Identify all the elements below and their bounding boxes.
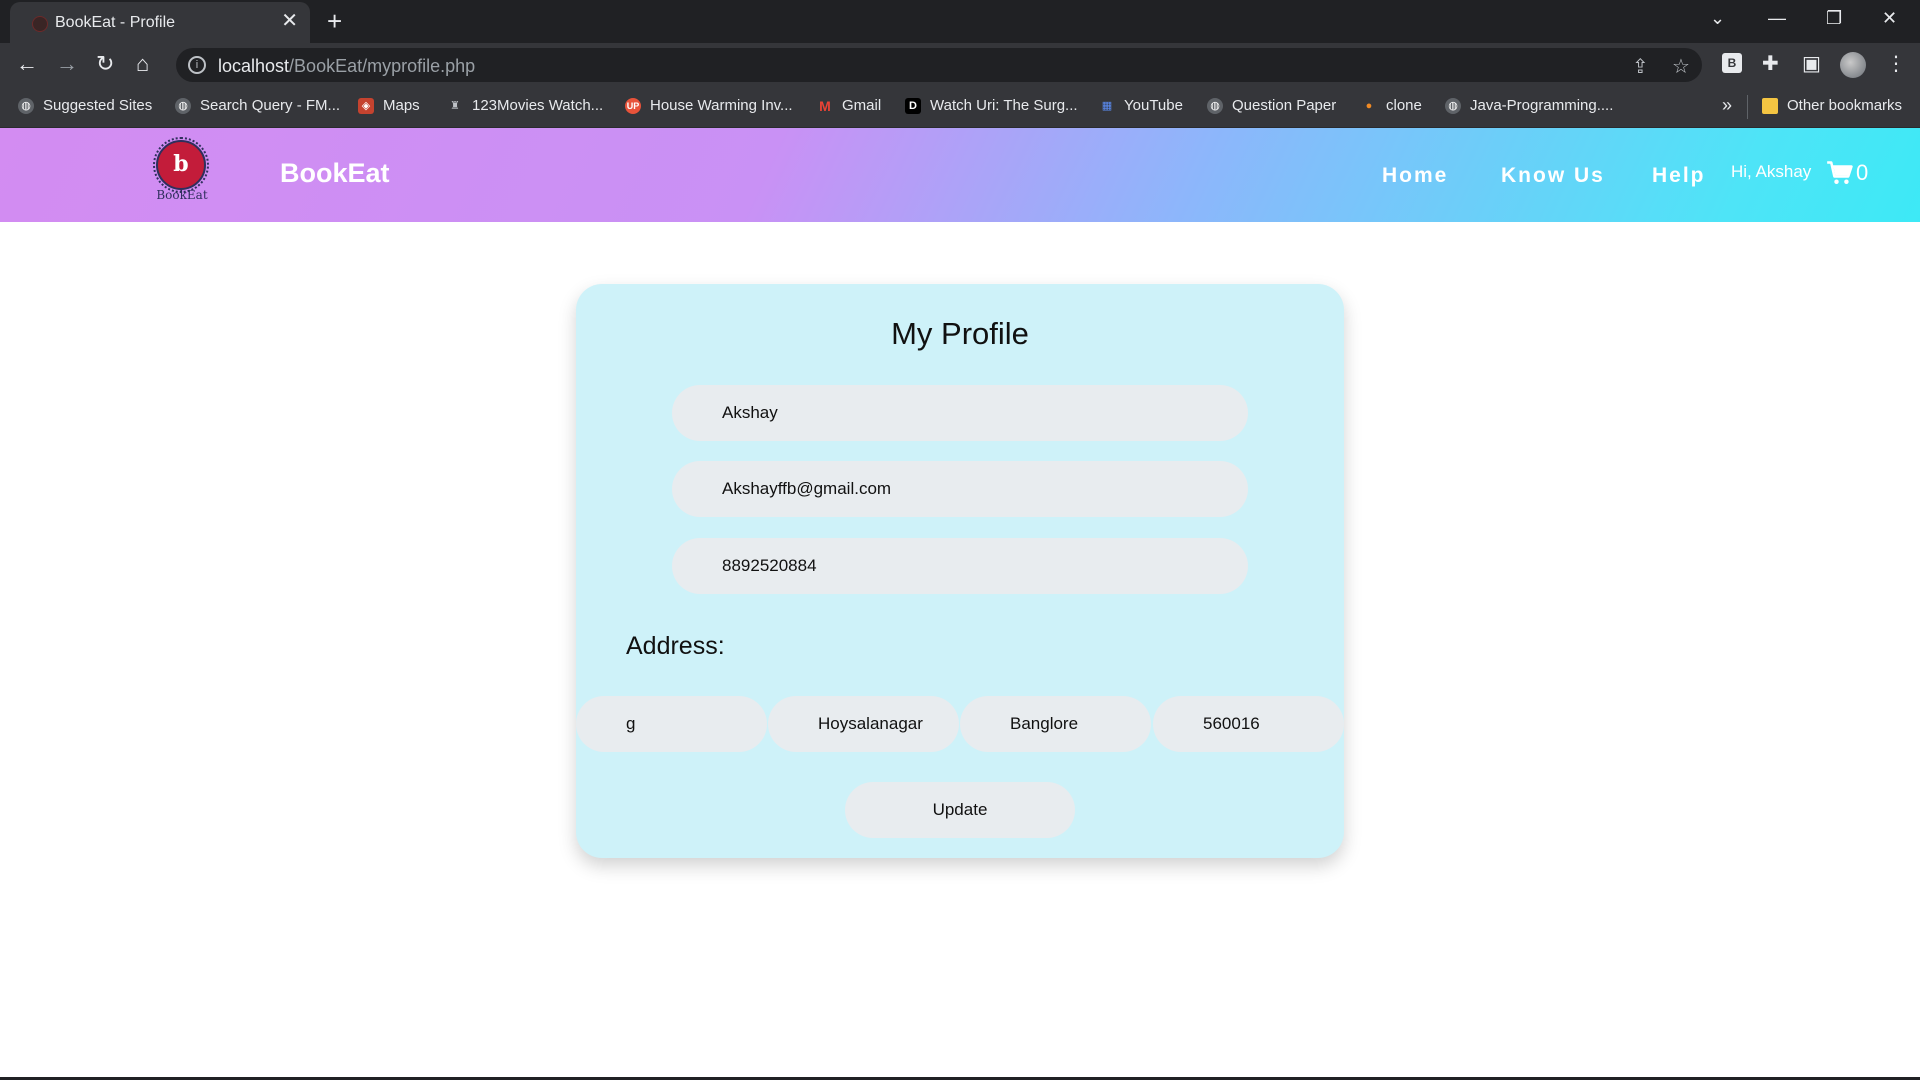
forward-icon[interactable]: → — [56, 53, 78, 75]
bookmark-item[interactable]: ◍ Question Paper — [1207, 97, 1336, 114]
name-field[interactable] — [672, 385, 1248, 441]
reload-icon[interactable]: ↻ — [96, 53, 114, 75]
globe-icon: ◍ — [175, 97, 191, 114]
bookmark-item[interactable]: ♜ 123Movies Watch... — [447, 97, 603, 114]
profile-avatar[interactable] — [1840, 52, 1866, 78]
bookmark-item[interactable]: M Gmail — [817, 97, 881, 114]
bookmark-item[interactable]: ◍ Java-Programming.... — [1445, 97, 1613, 114]
browser-toolbar: ← → ↻ ⌂ i localhost/BookEat/myprofile.ph… — [0, 43, 1920, 87]
share-icon[interactable]: ⇪ — [1632, 54, 1649, 79]
tab-favicon-icon — [32, 16, 48, 32]
maps-icon: ◈ — [358, 97, 374, 114]
bookmark-item[interactable]: ◍ Suggested Sites — [18, 97, 152, 114]
cart-icon[interactable] — [1826, 159, 1854, 187]
user-greeting[interactable]: Hi, Akshay — [1731, 162, 1811, 182]
globe-icon: ◍ — [1445, 97, 1461, 114]
address-bar[interactable]: i localhost/BookEat/myprofile.php ⇪ ☆ — [176, 48, 1702, 82]
bookmark-star-icon[interactable]: ☆ — [1672, 54, 1690, 79]
home-icon[interactable]: ⌂ — [136, 53, 149, 75]
logo-icon[interactable]: b — [156, 140, 206, 190]
bookmark-item[interactable]: UP House Warming Inv... — [625, 97, 793, 114]
site-info-icon[interactable]: i — [188, 56, 206, 74]
nav-know-us[interactable]: Know Us — [1501, 164, 1605, 188]
address-label: Address: — [626, 632, 725, 660]
tab-search-icon[interactable]: ⌄ — [1710, 8, 1725, 29]
bookmark-item[interactable]: ◈ Maps — [358, 97, 420, 114]
folder-icon — [1762, 97, 1778, 114]
tab-close-icon[interactable]: ✕ — [281, 11, 298, 31]
browser-tabstrip: BookEat - Profile ✕ + ⌄ — ❐ ✕ — [0, 0, 1920, 43]
side-panel-icon[interactable]: ▣ — [1802, 53, 1821, 75]
youtube-icon: ▦ — [1101, 99, 1113, 112]
address-url[interactable]: localhost/BookEat/myprofile.php — [218, 56, 475, 77]
address-pincode-field[interactable] — [1153, 696, 1344, 752]
bookmark-item[interactable]: ▦ YouTube — [1099, 97, 1183, 114]
address-line-field[interactable] — [576, 696, 767, 752]
nav-help[interactable]: Help — [1652, 164, 1706, 188]
tab-title: BookEat - Profile — [55, 14, 176, 31]
bookmark-item[interactable]: ● clone — [1361, 97, 1422, 114]
close-window-icon[interactable]: ✕ — [1882, 8, 1897, 29]
globe-icon: ◍ — [1207, 97, 1223, 114]
d-icon: D — [905, 97, 921, 114]
new-tab-icon[interactable]: + — [327, 6, 342, 36]
globe-icon: ◍ — [18, 97, 34, 114]
phone-field[interactable] — [672, 538, 1248, 594]
back-icon[interactable]: ← — [16, 53, 38, 75]
nav-home[interactable]: Home — [1382, 164, 1448, 188]
more-bookmarks-icon[interactable]: » — [1722, 95, 1732, 116]
movie-icon: ♜ — [450, 99, 460, 112]
update-button[interactable]: Update — [845, 782, 1075, 838]
cart-count[interactable]: 0 — [1856, 160, 1868, 186]
other-bookmarks[interactable]: Other bookmarks — [1762, 97, 1902, 114]
menu-dots-icon[interactable]: ⋮ — [1886, 53, 1906, 75]
page-title: My Profile — [891, 316, 1029, 351]
bookmark-item[interactable]: D Watch Uri: The Surg... — [905, 97, 1078, 114]
pin-icon: ● — [1365, 99, 1373, 112]
browser-tab[interactable]: BookEat - Profile ✕ — [10, 2, 310, 43]
address-city-field[interactable] — [960, 696, 1151, 752]
minimize-icon[interactable]: — — [1768, 8, 1786, 29]
logo-caption: BookEat — [156, 188, 208, 202]
profile-card: My Profile Address: Update — [576, 284, 1344, 858]
email-field[interactable] — [672, 461, 1248, 517]
restore-icon[interactable]: ❐ — [1826, 8, 1842, 29]
extensions-puzzle-icon[interactable]: ✚ — [1762, 53, 1779, 75]
address-area-field[interactable] — [768, 696, 959, 752]
brand-name[interactable]: BookEat — [280, 158, 390, 189]
site-header: b BookEat BookEat Home Know Us Help Hi, … — [0, 128, 1920, 222]
up-icon: UP — [625, 97, 641, 114]
bookmark-divider — [1747, 95, 1748, 119]
gmail-icon: M — [819, 97, 831, 114]
bookmarks-bar: ◍ Suggested Sites ◍ Search Query - FM... ◈… — [0, 87, 1920, 128]
extension-b-icon[interactable]: B — [1722, 53, 1742, 73]
bookmark-item[interactable]: ◍ Search Query - FM... — [175, 97, 340, 114]
